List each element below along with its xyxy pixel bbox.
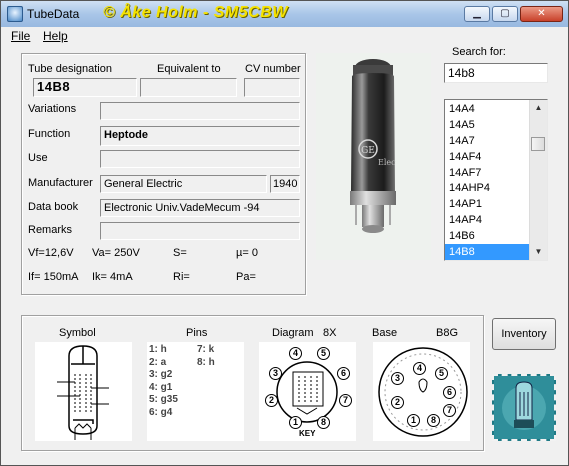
scroll-up-arrow-icon[interactable]: ▲ — [530, 100, 547, 116]
pin-entry: 7: k — [197, 344, 215, 355]
pin-entry: 2: a — [149, 356, 167, 368]
pin-diagram-panel: 4 5 3 6 2 7 1 8 KEY — [259, 342, 356, 441]
tube-list-item[interactable]: 14A7 — [445, 133, 530, 149]
photo-brand: Elec — [378, 158, 396, 167]
function-field[interactable]: Heptode — [100, 126, 300, 146]
tube-photo-image: GE Elec — [316, 53, 431, 260]
diagram-label: Diagram — [272, 327, 314, 339]
data-book-label: Data book — [28, 201, 79, 213]
tube-list-item[interactable]: 14AP1 — [445, 196, 530, 212]
minimize-button[interactable]: ▁ — [464, 6, 490, 22]
inventory-button[interactable]: Inventory — [492, 318, 556, 350]
maximize-button[interactable]: ▢ — [492, 6, 518, 22]
menu-help[interactable]: Help — [43, 29, 68, 43]
function-label: Function — [28, 128, 71, 140]
equivalent-to-field[interactable] — [140, 78, 237, 97]
ri-value: Ri= — [173, 271, 190, 283]
app-icon — [7, 6, 23, 22]
menu-bar: File Help — [1, 27, 568, 45]
close-button[interactable]: ✕ — [520, 6, 563, 22]
s-value: S= — [173, 247, 187, 259]
base-code: B8G — [436, 327, 459, 339]
search-input-value: 14b8 — [448, 66, 475, 80]
tube-list-item[interactable]: 14B8 — [445, 244, 530, 260]
tube-list-item[interactable]: 14B6 — [445, 228, 530, 244]
tube-list-item[interactable]: 14AHP4 — [445, 180, 530, 196]
data-book-field[interactable]: Electronic Univ.VadeMecum -94 — [100, 199, 300, 217]
pins-label: Pins — [186, 327, 208, 339]
tube-list-item[interactable]: 14AF7 — [445, 165, 530, 181]
manufacturer-field[interactable]: General Electric — [100, 175, 267, 193]
remarks-field[interactable] — [100, 222, 300, 240]
remarks-label: Remarks — [28, 224, 73, 236]
mu-value: µ= 0 — [236, 247, 258, 259]
use-field[interactable] — [100, 150, 300, 168]
scroll-down-arrow-icon[interactable]: ▼ — [530, 244, 547, 260]
tube-stamp-logo[interactable] — [492, 374, 556, 441]
pin-entry: 8: h — [197, 356, 215, 368]
pins-panel: 1: h 2: a 3: g2 4: g1 5: g35 6: g4 7: k 8: h — [147, 342, 244, 441]
window-title: TubeData — [27, 7, 80, 21]
tube-symbol-icon — [57, 345, 109, 440]
tube-list-item[interactable]: 14A5 — [445, 117, 530, 133]
app-window: TubeData © Åke Holm - SM5CBW ▁ ▢ ✕ File … — [0, 0, 569, 466]
pin-diagram-icon — [276, 361, 338, 423]
tube-designation-label: Tube designation — [28, 63, 112, 75]
pa-value: Pa= — [236, 271, 256, 283]
va-value: Va= 250V — [92, 247, 140, 259]
base-label: Base — [372, 327, 398, 339]
pin-entry: 3: g2 — [149, 369, 173, 380]
vf-value: Vf=12,6V — [28, 247, 74, 259]
pin-entry: 5: g35 — [149, 394, 178, 405]
tube-list[interactable]: 14A4 14A5 14A7 14AF4 14AF7 14AHP4 14AP1 14AP4 14… — [444, 99, 548, 261]
tube-list-items: 14A4 14A5 14A7 14AF4 14AF7 14AHP4 14AP1 14AP4 14… — [445, 101, 530, 260]
base-panel: 3 4 5 6 7 8 1 2 — [373, 342, 470, 441]
tube-stamp-icon — [494, 376, 554, 439]
cv-number-field[interactable] — [244, 78, 300, 97]
equivalent-to-label: Equivalent to — [157, 63, 221, 75]
tube-list-scrollbar[interactable]: ▲ ▼ — [529, 100, 547, 260]
tube-symbol-panel — [35, 342, 132, 441]
ik-value: Ik= 4mA — [92, 271, 133, 283]
tube-photo: GE Elec — [316, 53, 431, 260]
cv-number-label: CV number — [245, 63, 301, 75]
menu-file[interactable]: File — [11, 29, 30, 43]
symbol-label: Symbol — [59, 327, 96, 339]
if-value: If= 150mA — [28, 271, 79, 283]
pin-entry: 1: h — [149, 344, 167, 355]
author-credit: © Åke Holm - SM5CBW — [103, 4, 288, 21]
manufacturer-label: Manufacturer — [28, 177, 93, 189]
search-label: Search for: — [452, 46, 506, 58]
diagram-code: 8X — [323, 327, 337, 339]
tube-list-item[interactable]: 14AF4 — [445, 149, 530, 165]
pin-entry: 6: g4 — [149, 406, 173, 418]
title-bar[interactable]: TubeData © Åke Holm - SM5CBW ▁ ▢ ✕ — [1, 1, 568, 28]
photo-logo: GE — [361, 146, 375, 156]
tube-list-item[interactable]: 14A4 — [445, 101, 530, 117]
manufacturer-year-field[interactable]: 1940 — [270, 175, 300, 193]
variations-field[interactable] — [100, 102, 300, 120]
pin-entry: 4: g1 — [149, 381, 173, 393]
use-label: Use — [28, 152, 48, 164]
variations-label: Variations — [28, 103, 77, 115]
scroll-thumb[interactable] — [531, 137, 545, 151]
tube-list-item[interactable]: 14AP4 — [445, 212, 530, 228]
search-input[interactable]: 14b8 — [444, 63, 548, 83]
diagram-key-label: KEY — [299, 429, 316, 438]
tube-designation-field[interactable]: 14B8 — [33, 78, 137, 97]
